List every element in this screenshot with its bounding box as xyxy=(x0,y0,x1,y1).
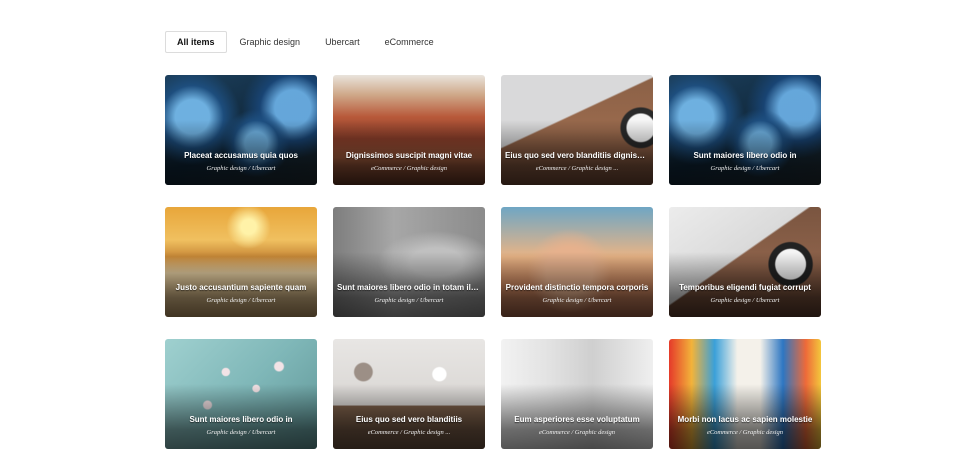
portfolio-item-categories: Graphic design / Ubercart xyxy=(710,297,780,304)
portfolio-item-title[interactable]: Temporibus eligendi fugiat corrupt xyxy=(673,283,817,292)
portfolio-item[interactable]: Provident distinctio tempora corporis Gr… xyxy=(501,207,653,317)
portfolio-item-categories: Graphic design / Ubercart xyxy=(206,297,276,304)
portfolio-item[interactable]: Morbi non lacus ac sapien molestie eComm… xyxy=(669,339,821,449)
portfolio-item[interactable]: Placeat accusamus quia quos Graphic desi… xyxy=(165,75,317,185)
portfolio-item-categories: Graphic design / Ubercart xyxy=(206,165,276,172)
portfolio-item[interactable]: Temporibus eligendi fugiat corrupt Graph… xyxy=(669,207,821,317)
portfolio-item[interactable]: Dignissimos suscipit magni vitae eCommer… xyxy=(333,75,485,185)
portfolio-item-categories: Graphic design / Ubercart xyxy=(206,429,276,436)
portfolio-item[interactable]: Eius quo sed vero blanditiis eCommerce /… xyxy=(333,339,485,449)
filter-all-items[interactable]: All items xyxy=(165,31,227,53)
portfolio-item-categories: eCommerce / Graphic design xyxy=(706,429,784,436)
portfolio-item-categories: Graphic design / Ubercart xyxy=(374,297,444,304)
portfolio-item[interactable]: Eum asperiores esse voluptatum eCommerce… xyxy=(501,339,653,449)
portfolio-item[interactable]: Sunt maiores libero odio in Graphic desi… xyxy=(165,339,317,449)
portfolio-item-title[interactable]: Sunt maiores libero odio in xyxy=(169,415,313,424)
portfolio-item-title[interactable]: Eum asperiores esse voluptatum xyxy=(505,415,649,424)
portfolio-filter-bar: All items Graphic design Ubercart eComme… xyxy=(165,31,447,53)
portfolio-item-categories: Graphic design / Ubercart xyxy=(542,297,612,304)
filter-graphic-design[interactable]: Graphic design xyxy=(228,31,313,53)
portfolio-item[interactable]: Eius quo sed vero blanditiis dignissimos… xyxy=(501,75,653,185)
portfolio-item[interactable]: Sunt maiores libero odio in Graphic desi… xyxy=(669,75,821,185)
filter-ubercart[interactable]: Ubercart xyxy=(313,31,372,53)
portfolio-item-title[interactable]: Justo accusantium sapiente quam xyxy=(169,283,313,292)
portfolio-item-title[interactable]: Placeat accusamus quia quos xyxy=(169,151,313,160)
filter-ecommerce[interactable]: eCommerce xyxy=(373,31,446,53)
portfolio-item-title[interactable]: Provident distinctio tempora corporis xyxy=(505,283,649,292)
portfolio-item[interactable]: Justo accusantium sapiente quam Graphic … xyxy=(165,207,317,317)
portfolio-item-title[interactable]: Sunt maiores libero odio in xyxy=(673,151,817,160)
portfolio-item-title[interactable]: Eius quo sed vero blanditiis xyxy=(337,415,481,424)
portfolio-item[interactable]: Sunt maiores libero odio in totam illum … xyxy=(333,207,485,317)
portfolio-grid: Placeat accusamus quia quos Graphic desi… xyxy=(165,75,821,449)
portfolio-item-title[interactable]: Sunt maiores libero odio in totam illum xyxy=(337,283,481,292)
portfolio-item-categories: Graphic design / Ubercart xyxy=(710,165,780,172)
portfolio-item-title[interactable]: Eius quo sed vero blanditiis dignissimos xyxy=(505,151,649,160)
portfolio-page: All items Graphic design Ubercart eComme… xyxy=(0,0,980,471)
portfolio-item-title[interactable]: Dignissimos suscipit magni vitae xyxy=(337,151,481,160)
portfolio-item-categories: eCommerce / Graphic design ... xyxy=(367,429,451,436)
portfolio-item-categories: eCommerce / Graphic design ... xyxy=(535,165,619,172)
portfolio-item-categories: eCommerce / Graphic design xyxy=(538,429,616,436)
portfolio-item-categories: eCommerce / Graphic design xyxy=(370,165,448,172)
portfolio-item-title[interactable]: Morbi non lacus ac sapien molestie xyxy=(673,415,817,424)
